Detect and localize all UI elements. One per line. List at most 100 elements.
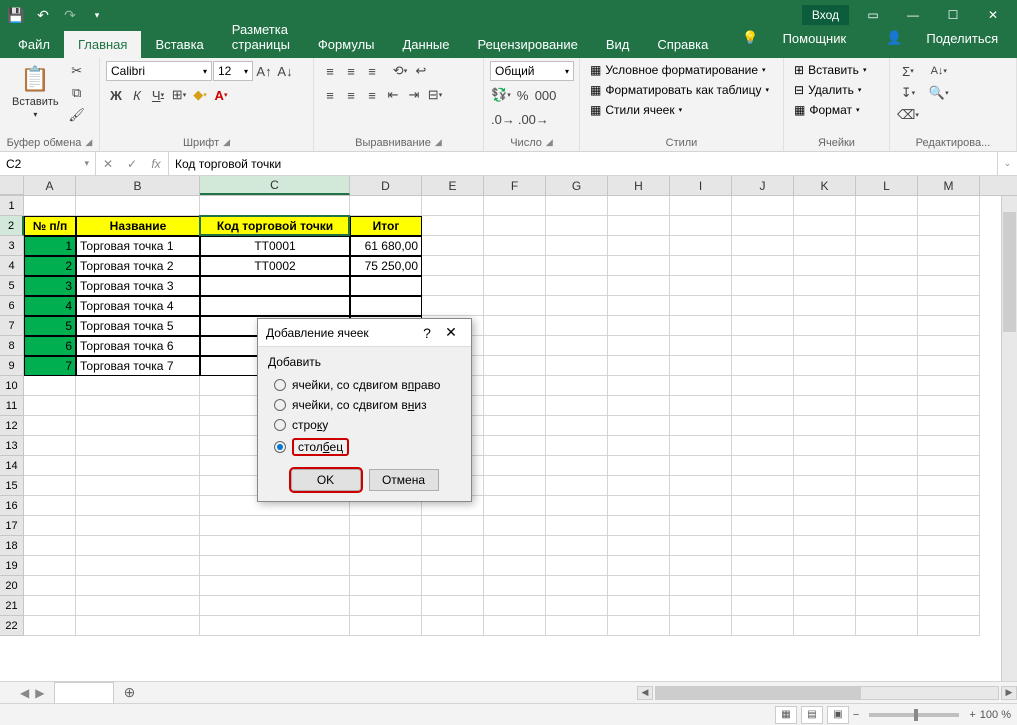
cell[interactable]: [608, 336, 670, 356]
cell[interactable]: [76, 196, 200, 216]
cell[interactable]: [24, 416, 76, 436]
radio-shift-right[interactable]: ячейки, со сдвигом вправо: [268, 375, 461, 395]
cell[interactable]: Торговая точка 6: [76, 336, 200, 356]
cell[interactable]: [856, 296, 918, 316]
row-header[interactable]: 5: [0, 276, 24, 296]
cell[interactable]: [350, 516, 422, 536]
share-button[interactable]: 👤Поделиться: [866, 18, 1017, 58]
conditional-formatting-button[interactable]: ▦Условное форматирование▾: [586, 61, 773, 79]
cell[interactable]: [350, 616, 422, 636]
cell[interactable]: [484, 196, 546, 216]
cell[interactable]: [670, 516, 732, 536]
cell[interactable]: [794, 256, 856, 276]
cell[interactable]: [856, 236, 918, 256]
fill-icon[interactable]: ↧▾: [896, 83, 920, 103]
wrap-text-icon[interactable]: ↩: [411, 61, 431, 81]
cell[interactable]: [546, 556, 608, 576]
column-header[interactable]: F: [484, 176, 546, 195]
tell-me-button[interactable]: 💡Помощник: [722, 18, 866, 58]
align-right-icon[interactable]: ≡: [362, 85, 382, 105]
cell[interactable]: [918, 336, 980, 356]
cell[interactable]: [422, 536, 484, 556]
dialog-help-icon[interactable]: ?: [415, 325, 439, 341]
cell[interactable]: [732, 616, 794, 636]
font-name-combo[interactable]: Calibri▾: [106, 61, 212, 81]
tab-review[interactable]: Рецензирование: [463, 31, 591, 58]
cell[interactable]: [794, 596, 856, 616]
cell[interactable]: [546, 216, 608, 236]
cell[interactable]: [76, 576, 200, 596]
sheet-nav-prev-icon[interactable]: ◀: [20, 686, 29, 700]
cell[interactable]: [856, 336, 918, 356]
cell[interactable]: [794, 376, 856, 396]
cell[interactable]: 7: [24, 356, 76, 376]
cut-icon[interactable]: ✂: [67, 61, 87, 81]
cell[interactable]: [856, 556, 918, 576]
cell[interactable]: [856, 496, 918, 516]
cell[interactable]: [608, 216, 670, 236]
cell[interactable]: [732, 476, 794, 496]
cell[interactable]: [200, 596, 350, 616]
cell[interactable]: [918, 216, 980, 236]
cell[interactable]: [76, 536, 200, 556]
horizontal-scrollbar[interactable]: [655, 686, 999, 700]
cell[interactable]: [546, 336, 608, 356]
cell[interactable]: № п/п: [24, 216, 76, 236]
decrease-font-icon[interactable]: A↓: [275, 61, 295, 81]
cell[interactable]: [856, 376, 918, 396]
copy-icon[interactable]: ⧉: [67, 83, 87, 103]
cell[interactable]: [546, 196, 608, 216]
add-sheet-icon[interactable]: ⊕: [118, 682, 140, 704]
cell[interactable]: [856, 196, 918, 216]
cell[interactable]: Название: [76, 216, 200, 236]
cell[interactable]: [918, 496, 980, 516]
hscroll-left-icon[interactable]: ◀: [637, 686, 653, 700]
alignment-launcher-icon[interactable]: ◢: [435, 137, 442, 149]
cell[interactable]: [670, 536, 732, 556]
cell[interactable]: [794, 456, 856, 476]
row-header[interactable]: 3: [0, 236, 24, 256]
font-launcher-icon[interactable]: ◢: [223, 137, 230, 149]
cell[interactable]: [546, 276, 608, 296]
cell[interactable]: [608, 196, 670, 216]
row-header[interactable]: 10: [0, 376, 24, 396]
cell[interactable]: [670, 276, 732, 296]
cell[interactable]: [76, 556, 200, 576]
cell[interactable]: 61 680,00: [350, 236, 422, 256]
align-left-icon[interactable]: ≡: [320, 85, 340, 105]
spreadsheet-grid[interactable]: ABCDEFGHIJKLM 12345678910111213141516171…: [0, 176, 1017, 681]
cell[interactable]: Торговая точка 2: [76, 256, 200, 276]
cell[interactable]: [732, 416, 794, 436]
cell[interactable]: [732, 216, 794, 236]
cell[interactable]: [794, 436, 856, 456]
cell[interactable]: [794, 516, 856, 536]
column-header[interactable]: A: [24, 176, 76, 195]
cell[interactable]: [918, 376, 980, 396]
orientation-icon[interactable]: ⟲▾: [390, 61, 410, 81]
insert-cells-button[interactable]: ⊞Вставить▾: [790, 61, 870, 79]
cell[interactable]: [484, 616, 546, 636]
cell[interactable]: [546, 436, 608, 456]
cell[interactable]: [24, 536, 76, 556]
ok-button[interactable]: OK: [291, 469, 361, 491]
cell[interactable]: 75 250,00: [350, 256, 422, 276]
cell[interactable]: [484, 236, 546, 256]
cell[interactable]: [918, 536, 980, 556]
align-middle-icon[interactable]: ≡: [341, 61, 361, 81]
cell[interactable]: [546, 516, 608, 536]
accounting-icon[interactable]: 💱▾: [490, 85, 512, 105]
undo-icon[interactable]: ↶: [31, 3, 55, 27]
cell[interactable]: [732, 496, 794, 516]
cell[interactable]: [484, 256, 546, 276]
radio-entire-column[interactable]: столбец: [268, 435, 461, 459]
cell[interactable]: [422, 296, 484, 316]
cell[interactable]: [918, 456, 980, 476]
cell[interactable]: [794, 416, 856, 436]
expand-formula-bar-icon[interactable]: ⌄: [997, 152, 1017, 175]
cell[interactable]: [546, 256, 608, 276]
cell[interactable]: [24, 496, 76, 516]
cell[interactable]: ТТ0002: [200, 256, 350, 276]
cell[interactable]: [918, 396, 980, 416]
sheet-nav-next-icon[interactable]: ▶: [35, 686, 44, 700]
row-header[interactable]: 14: [0, 456, 24, 476]
